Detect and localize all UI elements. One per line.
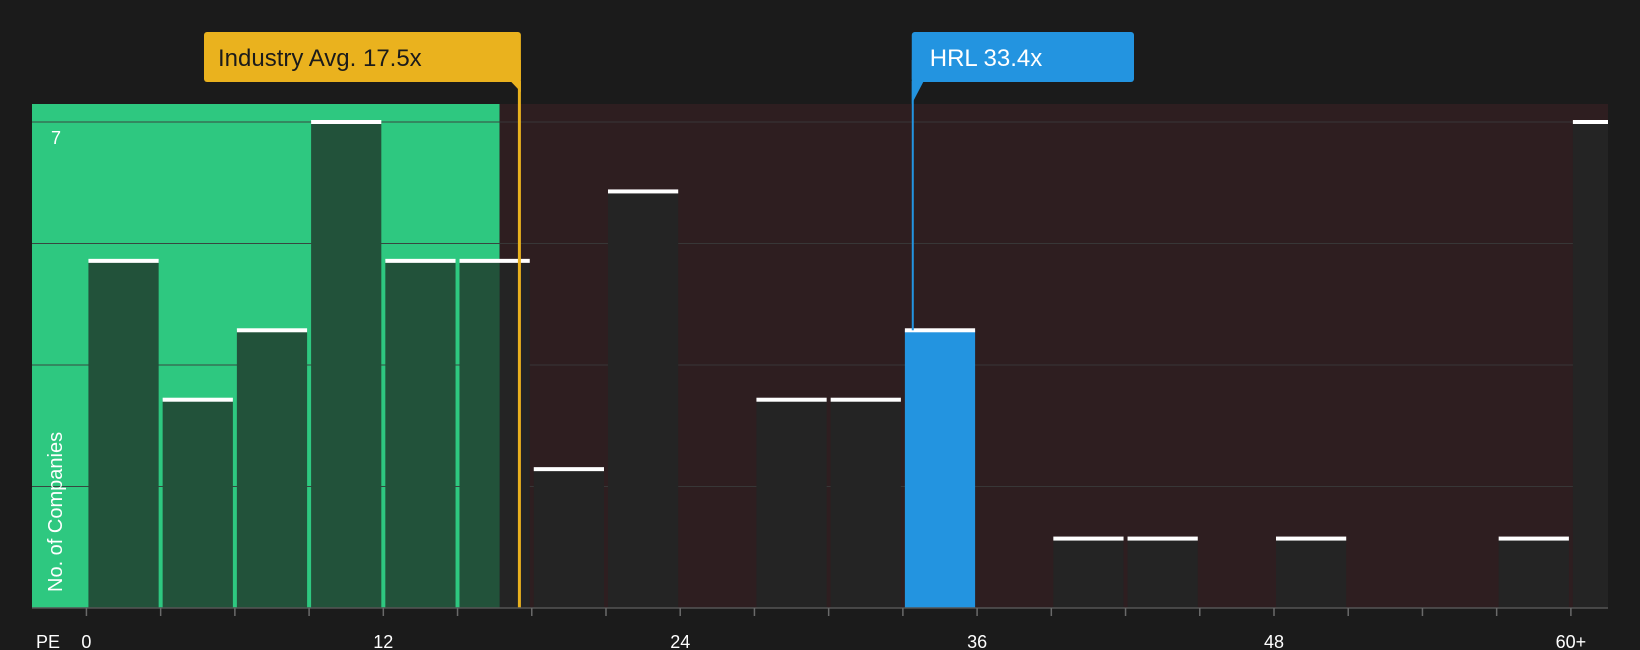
x-axis-label: PE [36, 632, 60, 650]
bar-cap [756, 397, 827, 402]
bar-cap [162, 397, 233, 402]
x-tick-label: 24 [670, 632, 690, 650]
bar [385, 260, 456, 608]
bar-cap [830, 397, 901, 402]
x-tick-label: 12 [373, 632, 393, 650]
industry-avg-line [517, 60, 521, 608]
x-tick-label: 60+ [1556, 632, 1587, 650]
y-axis-label: No. of Companies [45, 432, 67, 592]
bar-cap [311, 120, 382, 124]
bar-cap [607, 189, 679, 194]
bar [607, 191, 679, 608]
x-tick-label: 48 [1264, 632, 1284, 650]
x-tick-label: 0 [81, 632, 91, 650]
pe-distribution-chart: Industry Avg. 17.5x HRL 33.4x 0 12 24 36 48 60… [0, 0, 1640, 650]
bar [1275, 538, 1347, 608]
bar [162, 399, 233, 608]
bar-cap [1498, 536, 1569, 541]
bar [830, 399, 901, 608]
x-tick-label: 36 [967, 632, 987, 650]
bar-cap [88, 258, 159, 263]
bar-cap [1053, 536, 1124, 541]
bar [236, 330, 308, 608]
bar [904, 330, 976, 608]
bar-cap [1127, 536, 1198, 541]
bar-green-part [459, 260, 500, 608]
bar-cap [236, 328, 308, 333]
bar-cap [1572, 120, 1608, 124]
bar-cap [904, 328, 976, 333]
bar-cap [1275, 536, 1347, 541]
y-tick-label-7: 7 [51, 128, 61, 148]
bar [1498, 538, 1569, 608]
bar-cap [533, 467, 604, 472]
bar [533, 469, 604, 608]
bar [1572, 122, 1608, 608]
bar [756, 399, 827, 608]
bar [311, 122, 382, 608]
industry-avg-label: Industry Avg. 17.5x [218, 45, 422, 72]
bar [1127, 538, 1198, 608]
company-label: HRL 33.4x [930, 45, 1042, 72]
bar [1053, 538, 1124, 608]
bar [88, 260, 159, 608]
bar-cap [385, 258, 456, 263]
